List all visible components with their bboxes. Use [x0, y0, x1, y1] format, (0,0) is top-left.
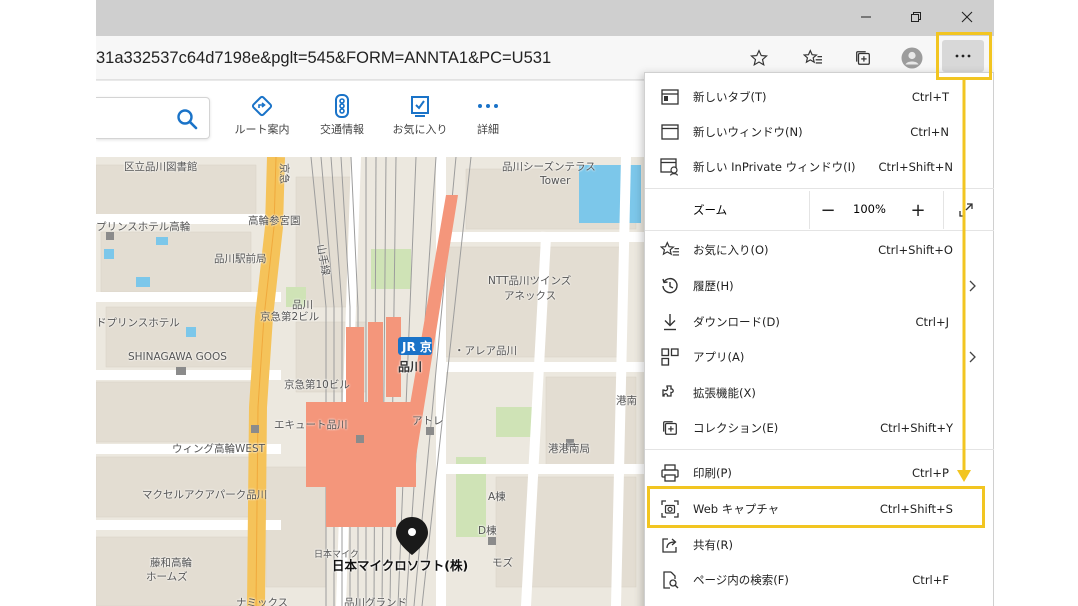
map-label: SHINAGAWA GOOS: [128, 351, 227, 363]
map-label: Tower: [540, 175, 571, 187]
map-label: 品川: [292, 299, 313, 311]
map-label: 品川シーズンテラス: [502, 161, 596, 173]
menu-separator: [645, 449, 994, 450]
highlight-more-button: [936, 32, 992, 80]
menu-item-apps[interactable]: アプリ(A): [645, 339, 994, 374]
menu-item-history[interactable]: 履歴(H): [645, 268, 994, 303]
favorites-icon: [659, 239, 681, 261]
route-nav-button[interactable]: ルート案内: [224, 93, 300, 137]
map-label: 区立品川図書館: [124, 161, 198, 173]
restore-icon[interactable]: [893, 0, 939, 34]
download-icon: [659, 311, 681, 333]
menu-item-new-inprivate-window[interactable]: 新しい InPrivate ウィンドウ(I) Ctrl+Shift+N: [645, 149, 994, 184]
add-favorite-star-icon[interactable]: [744, 44, 774, 72]
menu-item-find-on-page[interactable]: ページ内の検索(F) Ctrl+F: [645, 562, 994, 597]
search-icon: [177, 109, 198, 130]
map-label: 品川グランド: [344, 597, 407, 606]
svg-text:JR 京: JR 京: [401, 339, 432, 354]
fullscreen-button[interactable]: [949, 191, 983, 229]
details-nav-button[interactable]: 詳細: [450, 93, 526, 137]
find-icon: [659, 569, 681, 591]
fullscreen-icon: [959, 203, 973, 217]
share-icon: [659, 534, 681, 556]
minimize-icon[interactable]: [843, 0, 889, 34]
menu-item-collections[interactable]: コレクション(E) Ctrl+Shift+Y: [645, 410, 994, 445]
more-icon: [478, 104, 498, 108]
zoom-divider: [943, 191, 944, 229]
zoom-divider: [809, 191, 810, 229]
inprivate-icon: [659, 156, 681, 178]
collections-icon[interactable]: [848, 44, 878, 72]
map-label: NTT品川ツインズ: [488, 275, 572, 287]
screenshot-stage: 31a332537c64d7198e&pglt=545&FORM=ANNTA1&…: [0, 0, 1078, 606]
map-label: マクセルアクアパーク品川: [142, 489, 268, 501]
map-label: 京急: [278, 163, 290, 184]
menu-item-print[interactable]: 印刷(P) Ctrl+P: [645, 455, 994, 490]
map-label: エキュート品川: [274, 419, 348, 431]
favorites-list-icon[interactable]: [798, 44, 828, 72]
map-label: A棟: [488, 491, 506, 503]
menu-item-new-tab[interactable]: 新しいタブ(T) Ctrl+T: [645, 79, 994, 114]
address-bar-url[interactable]: 31a332537c64d7198e&pglt=545&FORM=ANNTA1&…: [96, 36, 736, 80]
map-label: ・アレア品川: [454, 345, 517, 357]
map-label: 京急第10ビル: [284, 379, 350, 391]
menu-item-extensions[interactable]: 拡張機能(X): [645, 375, 994, 410]
map-label: 港南: [616, 395, 637, 407]
map-label: 藤和高輪: [150, 557, 192, 569]
map-label: D棟: [478, 525, 497, 537]
close-icon[interactable]: [944, 0, 990, 34]
map-label: プリンスホテル高輪: [96, 221, 191, 233]
map-label: 品川駅前局: [214, 253, 267, 265]
traffic-nav-button[interactable]: 交通情報: [304, 93, 380, 137]
new-window-icon: [659, 121, 681, 143]
favorites-icon: [411, 96, 429, 117]
history-icon: [659, 275, 681, 297]
chevron-right-icon: [969, 351, 976, 362]
map-label: アトレ: [412, 415, 444, 427]
favorites-nav-button[interactable]: お気に入り: [382, 93, 458, 137]
map-label: 港港南局: [548, 443, 590, 455]
menu-item-downloads[interactable]: ダウンロード(D) Ctrl+J: [645, 304, 994, 339]
map-label: ナミックス: [236, 597, 289, 606]
map-label: ウィング高輪WEST: [172, 443, 266, 455]
map-label: アネックス: [504, 290, 557, 302]
menu-separator: [645, 188, 994, 189]
apps-icon: [659, 346, 681, 368]
map-label: モズ: [492, 557, 513, 569]
new-tab-icon: [659, 86, 681, 108]
traffic-icon: [335, 94, 349, 118]
map-label: 日本マイク: [314, 550, 359, 560]
map-search-input[interactable]: [96, 97, 210, 139]
map-label: 品川: [398, 360, 423, 374]
print-icon: [659, 462, 681, 484]
zoom-in-button[interactable]: +: [901, 191, 935, 229]
map-label: ホームズ: [146, 571, 188, 583]
menu-item-share[interactable]: 共有(R): [645, 527, 994, 562]
title-bar: [96, 0, 994, 36]
chevron-right-icon: [969, 280, 976, 291]
map-label: 高輪参宮園: [248, 215, 301, 227]
highlight-web-capture: [647, 486, 985, 528]
profile-avatar-icon[interactable]: [897, 44, 927, 72]
map-label: ドプリンスホテル: [96, 317, 180, 329]
zoom-level: 100%: [853, 202, 886, 216]
menu-item-new-window[interactable]: 新しいウィンドウ(N) Ctrl+N: [645, 114, 994, 149]
zoom-out-button[interactable]: −: [811, 191, 845, 229]
menu-zoom-row: ズーム − 100% +: [645, 191, 994, 229]
menu-item-favorites[interactable]: お気に入り(O) Ctrl+Shift+O: [645, 232, 994, 267]
extensions-icon: [659, 382, 681, 404]
menu-separator: [645, 230, 994, 231]
collections-icon: [659, 417, 681, 439]
route-icon: [251, 95, 273, 117]
